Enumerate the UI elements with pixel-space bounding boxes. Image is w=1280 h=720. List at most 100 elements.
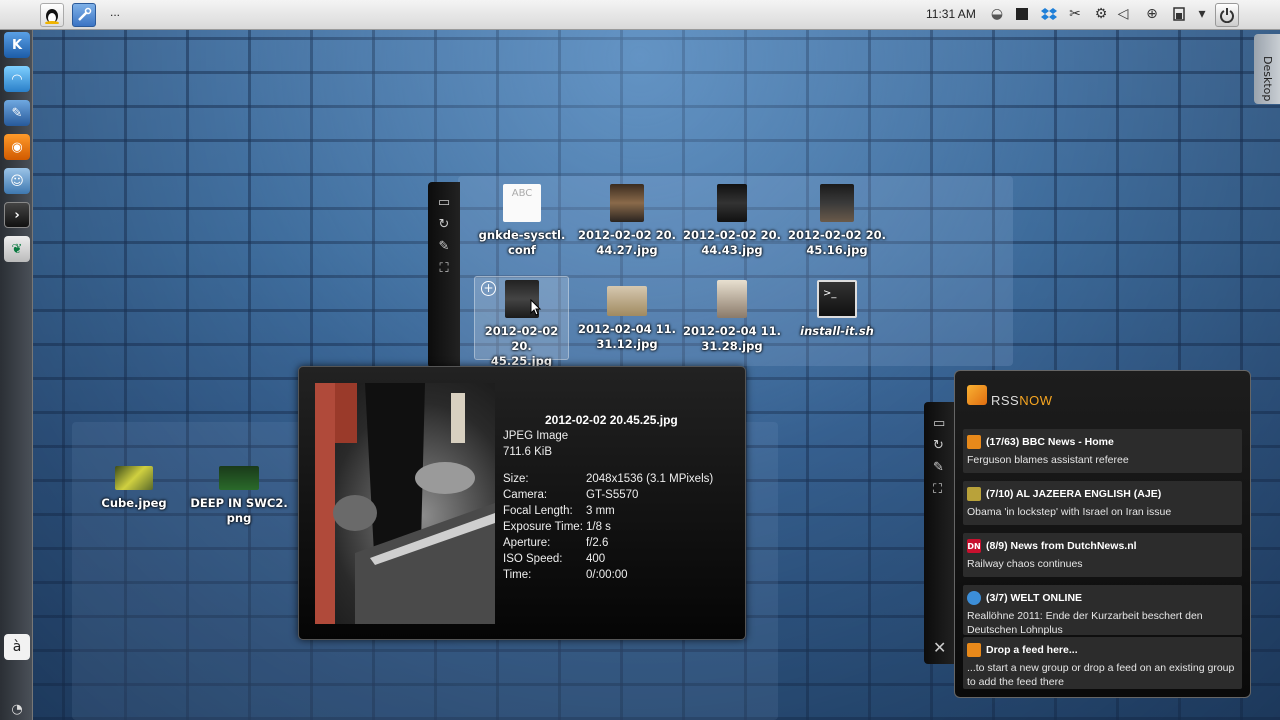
feather-icon[interactable]: ❦: [4, 236, 30, 262]
file-label: install-it.sh: [800, 324, 874, 338]
battery-icon[interactable]: [1170, 5, 1188, 23]
rss-logo-icon: [967, 385, 987, 405]
tooltip-title: 2012-02-02 20.45.25.jpg: [545, 413, 678, 427]
file-gnkde-sysctl[interactable]: ABC gnkde-sysctl. conf: [472, 184, 572, 258]
clock[interactable]: 11:31 AM: [926, 7, 976, 21]
klipper-icon[interactable]: [1013, 5, 1031, 23]
bluetooth-icon[interactable]: ⚙: [1092, 5, 1110, 23]
rss-feed-item[interactable]: (3/7) WELT ONLINE Reallöhne 2011: Ende d…: [963, 585, 1242, 636]
tooltip-key: Time:: [503, 569, 532, 581]
rss-now-widget: RSSNOW (17/63) BBC News - Home Ferguson …: [954, 370, 1251, 698]
file-image-selected[interactable]: + 2012-02-02 20. 45.25.jpg: [474, 276, 569, 368]
keyboard-layout-icon[interactable]: à: [4, 634, 30, 660]
image-thumbnail: [820, 184, 854, 222]
media-player-icon[interactable]: ◉: [4, 134, 30, 160]
rss-feed-item[interactable]: (7/10) AL JAZEERA ENGLISH (AJE) Obama 'i…: [963, 481, 1242, 525]
image-thumbnail: [219, 466, 259, 490]
file-label: 44.27.jpg: [596, 243, 658, 257]
file-image[interactable]: 2012-02-02 20. 44.43.jpg: [682, 184, 782, 258]
scissors-icon[interactable]: ✂: [1066, 5, 1084, 23]
wrench-icon[interactable]: ✎: [933, 460, 944, 475]
tux-launcher-icon[interactable]: [40, 3, 64, 27]
file-image[interactable]: 2012-02-04 11. 31.28.jpg: [682, 280, 782, 354]
close-icon[interactable]: ✕: [933, 638, 946, 657]
file-label: 2012-02-02 20.: [578, 228, 676, 242]
terminal-icon[interactable]: ›: [4, 202, 30, 228]
select-plus-icon[interactable]: +: [481, 281, 496, 296]
image-thumbnail: [115, 466, 153, 490]
mouse-cursor-icon: [530, 299, 542, 316]
rss-feed-heading: (17/63) BBC News - Home: [986, 436, 1114, 448]
expand-icon[interactable]: ⛶: [437, 262, 451, 276]
tooltip-value: 1/8 s: [586, 521, 611, 533]
file-deep-in-swc2[interactable]: DEEP IN SWC2. png: [189, 466, 289, 526]
dock-settings-icon[interactable]: ◔: [4, 696, 30, 720]
file-image[interactable]: 2012-02-02 20. 45.16.jpg: [787, 184, 887, 258]
file-cube[interactable]: Cube.jpeg: [84, 466, 184, 511]
globe-icon: [967, 591, 981, 605]
rss-feed-icon: [967, 435, 981, 449]
file-label: Cube.jpeg: [101, 496, 167, 510]
panel-overflow-button[interactable]: ...: [110, 5, 120, 19]
file-label: 2012-02-04 11.: [683, 324, 781, 338]
rotate-icon[interactable]: ↻: [933, 438, 944, 453]
tooltip-key: ISO Speed:: [503, 553, 563, 565]
file-install-it[interactable]: >_ install-it.sh: [787, 280, 887, 339]
file-label: png: [226, 511, 252, 525]
rss-title-part: RSS: [991, 393, 1020, 408]
tooltip-value: GT-S5570: [586, 489, 639, 501]
volume-icon[interactable]: ◁: [1114, 5, 1132, 23]
file-label: 2012-02-04 11.: [578, 322, 676, 336]
rss-feed-heading: (8/9) News from DutchNews.nl: [986, 540, 1137, 552]
rss-feed-icon: [967, 643, 981, 657]
text-file-icon: ABC: [503, 184, 541, 222]
tooltip-value: 400: [586, 553, 606, 565]
folderview-top-toolbar: ▭ ↻ ✎ ⛶: [428, 182, 460, 368]
tooltip-value: 0/:00:00: [586, 569, 628, 581]
tooltip-value: 3 mm: [586, 505, 615, 517]
tooltip-key: Camera:: [503, 489, 548, 501]
chevron-down-icon[interactable]: ▾: [1193, 5, 1211, 23]
rss-feed-heading: (7/10) AL JAZEERA ENGLISH (AJE): [986, 488, 1162, 500]
expand-icon[interactable]: ⛶: [933, 482, 942, 497]
power-icon[interactable]: [1215, 3, 1239, 27]
file-label: DEEP IN SWC2.: [190, 496, 288, 510]
kde-menu-icon[interactable]: K: [4, 32, 30, 58]
tooltip-value: 2048x1536 (3.1 MPixels): [586, 473, 714, 485]
tooltip-key: Aperture:: [503, 537, 551, 549]
tooltip-key: Focal Length:: [503, 505, 573, 517]
dutchnews-icon: DN: [967, 539, 981, 553]
tooltip-key: Size:: [503, 473, 529, 485]
rss-widget-title: RSSNOW: [991, 393, 1053, 408]
file-label: 2012-02-02 20.: [788, 228, 886, 242]
browser-icon[interactable]: ◠: [4, 66, 30, 92]
rss-feed-item[interactable]: (17/63) BBC News - Home Ferguson blames …: [963, 429, 1242, 473]
file-label: 44.43.jpg: [701, 243, 763, 257]
network-manager-icon[interactable]: ◒: [988, 5, 1006, 23]
image-thumbnail: [607, 286, 647, 316]
rss-feed-body: Ferguson blames assistant referee: [967, 454, 1129, 466]
file-image[interactable]: 2012-02-04 11. 31.12.jpg: [577, 282, 677, 352]
rss-feed-body: Railway chaos continues: [967, 558, 1083, 570]
tooltip-value: f/2.6: [586, 537, 609, 549]
resize-icon[interactable]: ▭: [437, 196, 451, 210]
file-label: 31.12.jpg: [596, 337, 658, 351]
network-icon[interactable]: ⊕: [1143, 5, 1161, 23]
dropbox-icon[interactable]: [1040, 5, 1058, 23]
file-image[interactable]: 2012-02-02 20. 44.27.jpg: [577, 184, 677, 258]
aljazeera-icon: [967, 487, 981, 501]
rss-feed-item[interactable]: DN (8/9) News from DutchNews.nl Railway …: [963, 533, 1242, 577]
file-label: 2012-02-02 20.: [683, 228, 781, 242]
image-thumbnail: [610, 184, 644, 222]
tools-icon[interactable]: [72, 3, 96, 27]
rss-drop-zone[interactable]: Drop a feed here... ...to start a new gr…: [963, 637, 1242, 689]
tooltip-key: Exposure Time:: [503, 521, 583, 533]
top-panel: ... 11:31 AM ◒ ✂ ⚙ ◁ ⊕ ▾: [0, 0, 1280, 30]
editor-icon[interactable]: ✎: [4, 100, 30, 126]
rss-feed-heading: (3/7) WELT ONLINE: [986, 592, 1083, 604]
rotate-icon[interactable]: ↻: [437, 218, 451, 232]
chat-icon[interactable]: ☺: [4, 168, 30, 194]
desktop-toolbox-tab[interactable]: Desktop: [1254, 34, 1280, 104]
resize-icon[interactable]: ▭: [933, 416, 945, 431]
wrench-icon[interactable]: ✎: [437, 240, 451, 254]
